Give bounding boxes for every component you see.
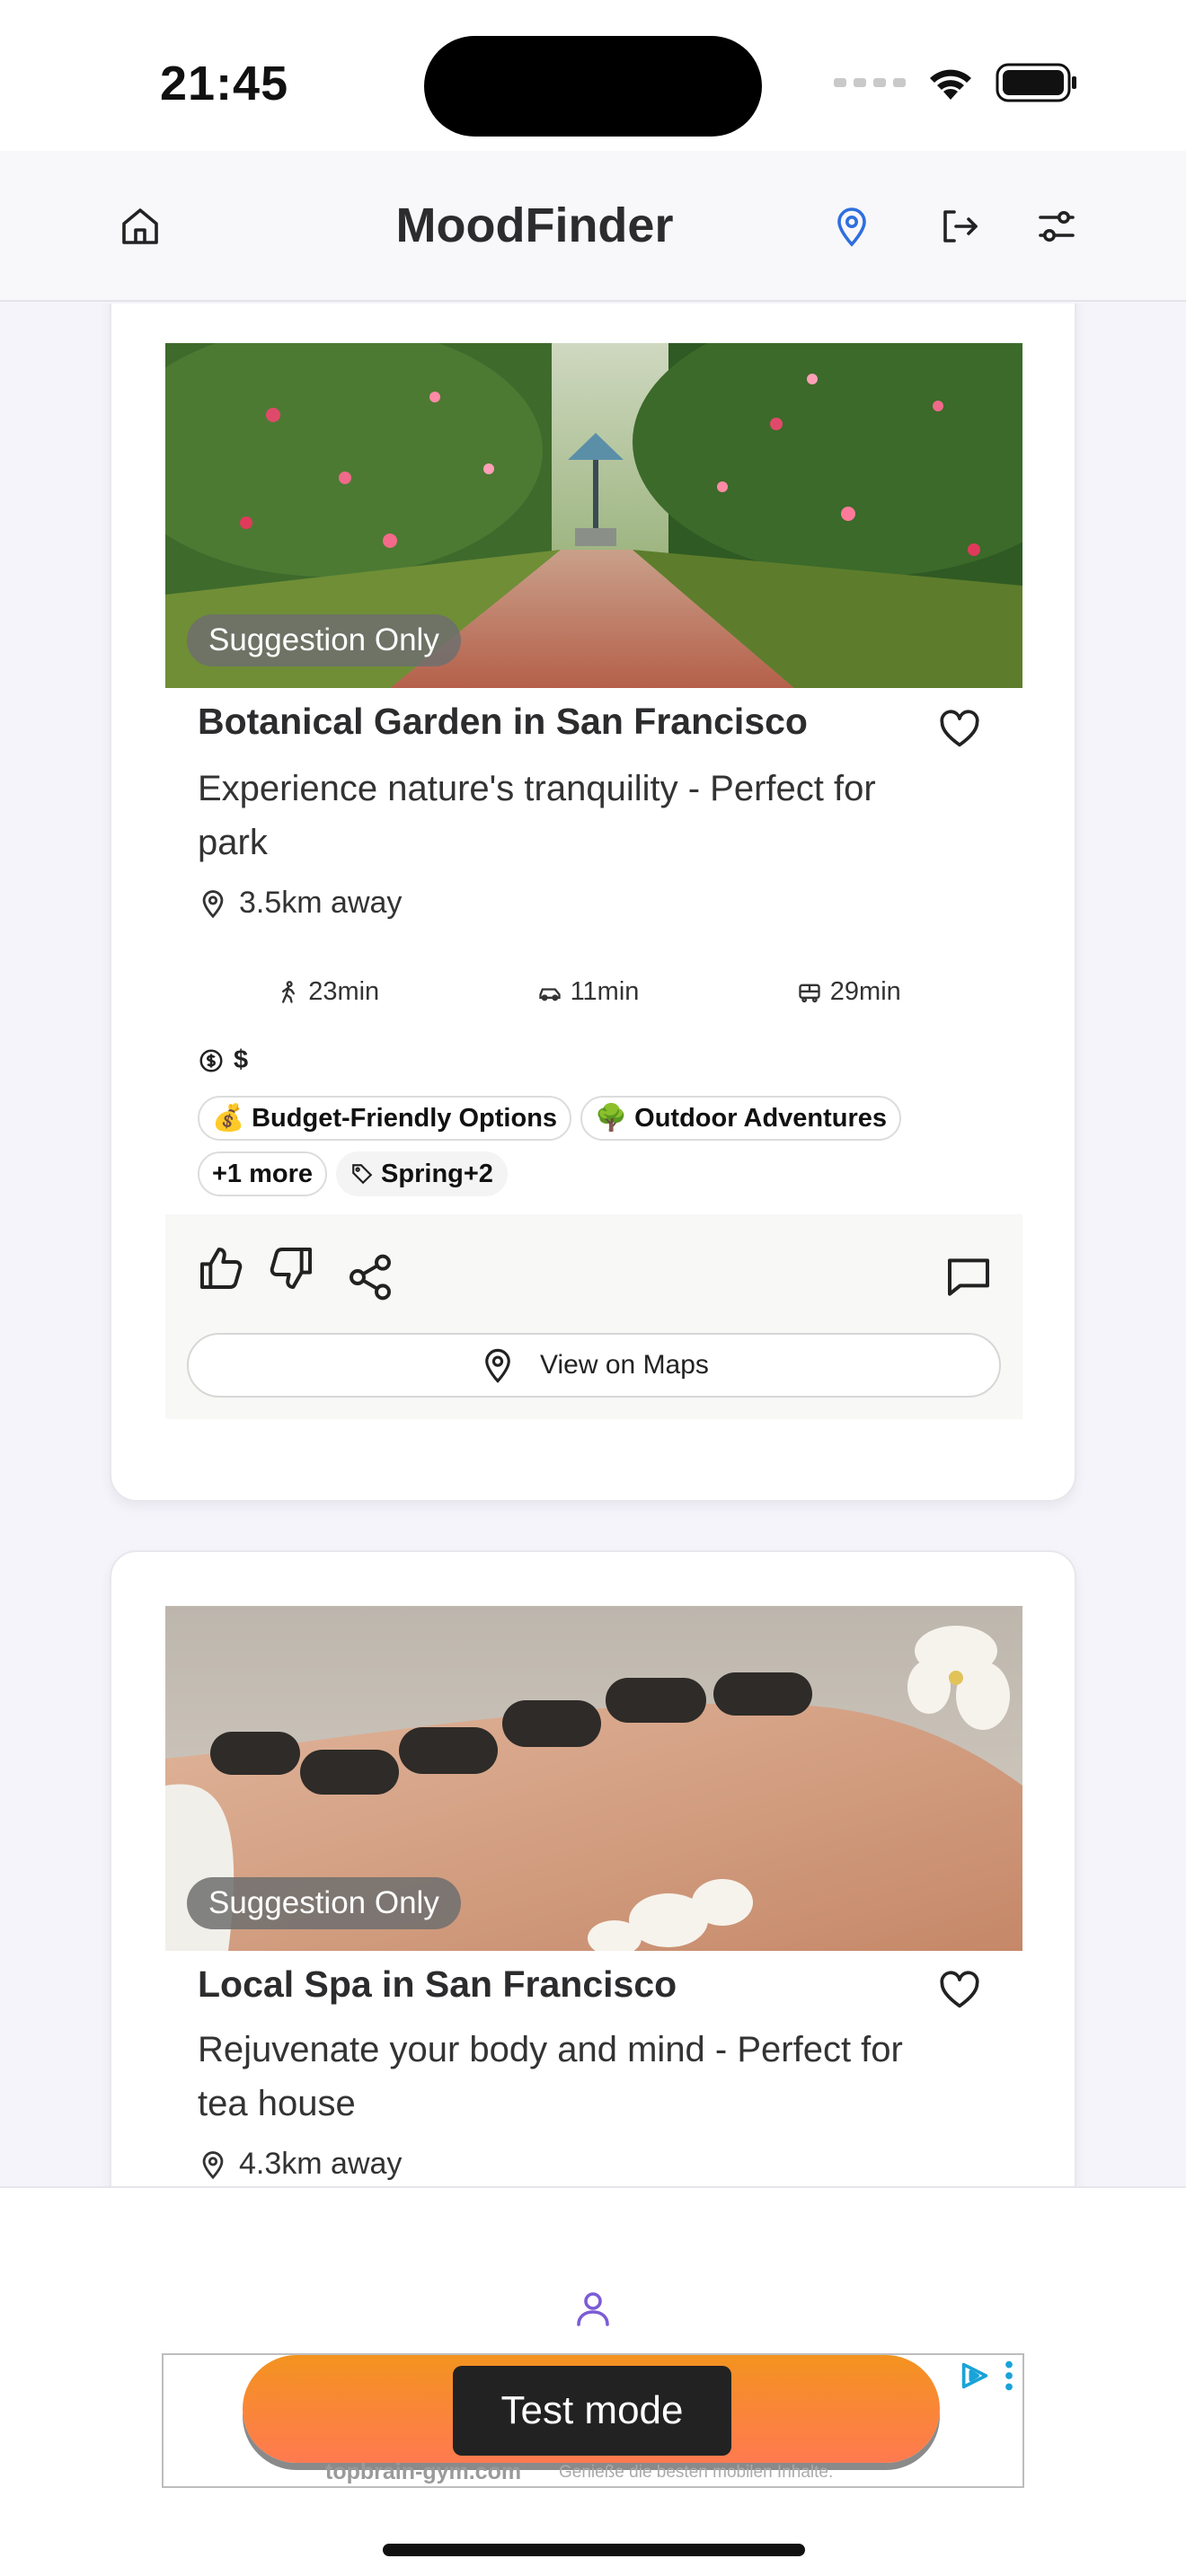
card-subtitle: Experience nature's tranquility - Perfec… (198, 769, 876, 862)
comment-icon[interactable] (943, 1252, 994, 1302)
card-title: Botanical Garden in San Francisco (198, 701, 808, 742)
battery-icon (996, 63, 1076, 102)
favorite-heart-icon[interactable] (936, 706, 983, 753)
chip-outdoor[interactable]: 🌳 Outdoor Adventures (580, 1096, 902, 1141)
status-time: 21:45 (160, 57, 289, 110)
distance-label: 3.5km away (239, 886, 403, 920)
chip-label: Budget-Friendly Options (252, 1104, 558, 1133)
travel-car: 11min (536, 977, 640, 1007)
car-icon (538, 987, 561, 1001)
transit-time: 29min (829, 977, 901, 1006)
card-title: Local Spa in San Francisco (198, 1963, 677, 2005)
ad-test-mode-label: Test mode (453, 2366, 731, 2456)
tag-icon (352, 1164, 373, 1185)
car-time: 11min (570, 977, 640, 1006)
bottom-navigation: Test mode topbrain-gym.com Genieße die b… (0, 2186, 1186, 2576)
dynamic-island (424, 36, 762, 137)
card-image-spa: Suggestion Only (165, 1606, 1022, 1951)
card-distance: 4.3km away (198, 2147, 402, 2182)
suggestion-card[interactable]: Suggestion Only Botanical Garden in San … (110, 304, 1076, 1502)
home-indicator[interactable] (383, 2544, 805, 2556)
bus-icon (799, 984, 820, 1002)
wifi-icon (930, 69, 971, 100)
chip-season-tag[interactable]: Spring+2 (336, 1151, 508, 1196)
thumbs-up-icon[interactable] (196, 1243, 246, 1293)
status-icons (834, 63, 1078, 102)
dollar-circle-icon (199, 1049, 223, 1072)
map-pin-icon (202, 889, 224, 918)
walk-time: 23min (308, 977, 380, 1006)
price-label: $ (234, 1045, 249, 1074)
share-icon[interactable] (345, 1252, 395, 1302)
suggestion-feed[interactable]: Suggestion Only Botanical Garden in San … (0, 304, 1186, 2186)
view-on-maps-button[interactable]: View on Maps (187, 1333, 1001, 1398)
travel-walk: 23min (276, 977, 379, 1007)
location-button[interactable] (821, 196, 882, 257)
suggestion-card[interactable]: Suggestion Only Local Spa in San Francis… (110, 1550, 1076, 2186)
ad-controls (958, 2360, 1013, 2391)
walking-icon (282, 980, 296, 1003)
status-bar: 21:45 (0, 0, 1186, 151)
card-actions: View on Maps (165, 1214, 1022, 1419)
thumbs-down-icon[interactable] (266, 1243, 316, 1293)
chip-more[interactable]: +1 more (198, 1151, 328, 1196)
sliders-icon (1039, 211, 1075, 242)
chip-label: Outdoor Adventures (634, 1104, 888, 1133)
category-chips: 💰 Budget-Friendly Options 🌳 Outdoor Adve… (198, 1096, 1006, 1196)
card-subtitle: Rejuvenate your body and mind - Perfect … (198, 2030, 903, 2123)
ad-choices-icon[interactable] (958, 2360, 992, 2391)
ad-menu-icon[interactable] (1005, 2360, 1013, 2391)
filters-button[interactable] (1026, 196, 1087, 257)
chip-budget[interactable]: 💰 Budget-Friendly Options (198, 1096, 572, 1141)
app-header: MoodFinder (0, 151, 1186, 302)
money-bag-icon: 💰 (212, 1104, 245, 1133)
logout-icon (943, 210, 978, 243)
suggestion-badge: Suggestion Only (187, 1877, 461, 1929)
tree-icon: 🌳 (595, 1104, 628, 1133)
ad-url: topbrain-gym.com (325, 2459, 522, 2484)
season-label: Spring+2 (381, 1160, 493, 1188)
maps-button-label: View on Maps (540, 1350, 709, 1380)
cellular-signal-icon (834, 78, 906, 87)
distance-label: 4.3km away (239, 2147, 403, 2181)
ad-banner[interactable]: Test mode topbrain-gym.com Genieße die b… (162, 2353, 1024, 2488)
travel-times: 23min 11min 29min (198, 977, 979, 1007)
price-level: $ (198, 1045, 248, 1075)
map-pin-icon (485, 1348, 510, 1383)
card-distance: 3.5km away (198, 886, 402, 921)
app-title: MoodFinder (395, 198, 674, 252)
map-pin-icon (202, 2150, 224, 2179)
chip-label: +1 more (212, 1160, 314, 1188)
profile-icon[interactable] (571, 2287, 615, 2330)
travel-transit: 29min (796, 977, 901, 1007)
logout-button[interactable] (929, 196, 990, 257)
suggestion-badge: Suggestion Only (187, 614, 461, 666)
map-pin-icon (837, 207, 866, 247)
ad-tagline: Genieße die besten mobilen Inhalte. (559, 2463, 834, 2482)
card-image-garden: Suggestion Only (165, 343, 1022, 688)
favorite-heart-icon[interactable] (936, 1967, 983, 2014)
